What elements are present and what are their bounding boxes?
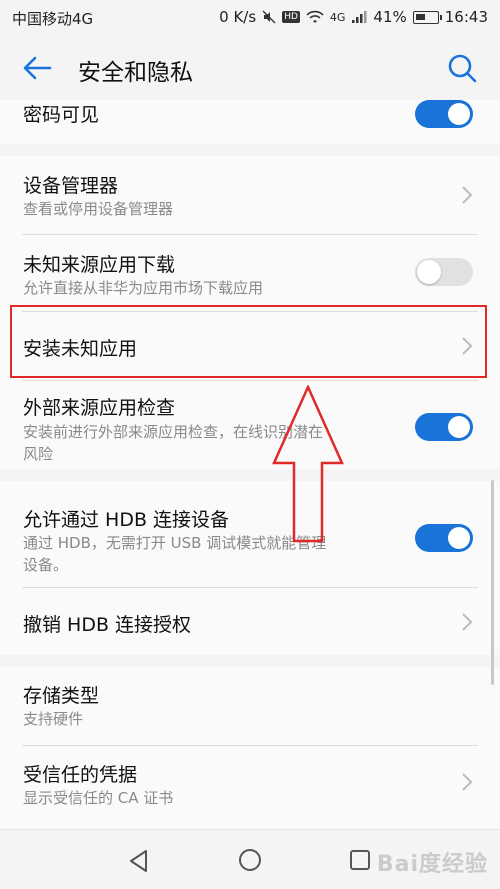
row-trusted-credentials[interactable]: 受信任的凭据 显示受信任的 CA 证书: [0, 746, 500, 829]
row-title: 撤销 HDB 连接授权: [23, 614, 192, 636]
wifi-icon: [306, 10, 324, 23]
row-subtitle: 显示受信任的 CA 证书: [23, 789, 174, 807]
settings-group-password: 密码可见: [0, 100, 500, 144]
row-subtitle-line2: 设备。: [23, 556, 69, 574]
highlight-box: [10, 305, 487, 378]
mute-icon: [262, 10, 276, 24]
settings-group-hdb: 允许通过 HDB 连接设备 通过 HDB，无需打开 USB 调试模式就能管理 设…: [0, 481, 500, 655]
row-storage-type[interactable]: 存储类型 支持硬件: [0, 667, 500, 745]
status-icons: 0 K/s HD 4G 41% 16:43: [219, 8, 488, 26]
row-subtitle: 支持硬件: [23, 710, 84, 728]
nav-back-icon[interactable]: [126, 848, 152, 874]
up-arrow-annotation: [272, 385, 344, 543]
row-title: 密码可见: [23, 104, 100, 126]
chevron-right-icon: [462, 773, 473, 791]
row-title: 外部来源应用检查: [23, 397, 176, 419]
row-title: 允许通过 HDB 连接设备: [23, 509, 230, 531]
external-check-toggle[interactable]: [415, 413, 473, 441]
back-arrow-icon[interactable]: [20, 52, 56, 84]
network-speed: 0 K/s: [219, 8, 257, 26]
search-icon[interactable]: [446, 52, 478, 84]
row-device-admin[interactable]: 设备管理器 查看或停用设备管理器: [0, 156, 500, 234]
network-type: 4G: [329, 10, 346, 24]
status-bar: 中国移动4G 0 K/s HD 4G 41% 16:43: [0, 0, 500, 36]
row-subtitle: 允许直接从非华为应用市场下载应用: [23, 279, 264, 297]
row-allow-hdb[interactable]: 允许通过 HDB 连接设备 通过 HDB，无需打开 USB 调试模式就能管理 设…: [0, 481, 500, 587]
battery-icon: [412, 10, 442, 24]
row-password-visible[interactable]: 密码可见: [0, 100, 500, 144]
unknown-sources-toggle[interactable]: [415, 258, 473, 286]
row-unknown-sources-download[interactable]: 未知来源应用下载 允许直接从非华为应用市场下载应用: [0, 235, 500, 313]
hd-icon: HD: [282, 11, 300, 23]
scrollbar[interactable]: [491, 480, 494, 685]
toggle-knob: [448, 103, 470, 125]
row-revoke-hdb[interactable]: 撤销 HDB 连接授权: [0, 588, 500, 655]
toggle-knob: [448, 416, 470, 438]
watermark: Bai度经验: [376, 852, 488, 877]
clock: 16:43: [444, 8, 488, 26]
row-subtitle-line2: 风险: [23, 445, 54, 463]
row-title: 存储类型: [23, 685, 100, 707]
allow-hdb-toggle[interactable]: [415, 524, 473, 552]
battery-percent: 41%: [373, 8, 407, 26]
nav-home-icon[interactable]: [237, 847, 263, 873]
toggle-knob: [417, 260, 441, 284]
row-title: 受信任的凭据: [23, 764, 138, 786]
app-bar: 安全和隐私: [0, 36, 500, 100]
row-subtitle: 查看或停用设备管理器: [23, 200, 174, 218]
signal-icon: [352, 11, 367, 23]
navigation-bar: Bai度经验: [0, 829, 500, 889]
nav-recent-icon[interactable]: [348, 848, 372, 872]
carrier-label: 中国移动4G: [12, 10, 94, 28]
row-title: 设备管理器: [23, 175, 119, 197]
toggle-knob: [448, 527, 470, 549]
row-title: 未知来源应用下载: [23, 254, 176, 276]
settings-group-credentials: 存储类型 支持硬件 受信任的凭据 显示受信任的 CA 证书: [0, 667, 500, 829]
row-external-app-check[interactable]: 外部来源应用检查 安装前进行外部来源应用检查，在线识别潜在 风险: [0, 381, 500, 469]
chevron-right-icon: [462, 186, 473, 204]
chevron-right-icon: [462, 613, 473, 631]
password-visible-toggle[interactable]: [415, 100, 473, 128]
page-title: 安全和隐私: [78, 60, 193, 86]
